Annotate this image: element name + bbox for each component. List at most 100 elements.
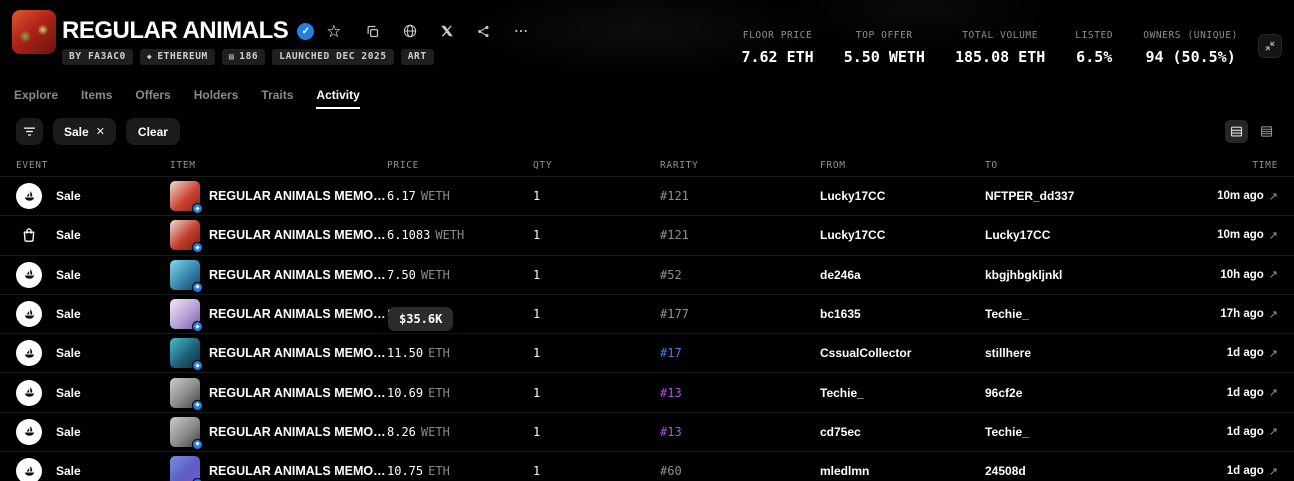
filter-chip-sale[interactable]: Sale ✕	[53, 118, 116, 145]
to-address-link[interactable]: Lucky17CC	[985, 228, 1168, 242]
to-address-link[interactable]: 96cf2e	[985, 386, 1168, 400]
activity-table-row[interactable]: Sale ◆ REGULAR ANIMALS MEMORY #113 10.69…	[0, 372, 1294, 411]
badge-label: LAUNCHED DEC 2025	[279, 51, 386, 62]
event-type-label: Sale	[56, 386, 81, 400]
tab-holders[interactable]: Holders	[194, 88, 239, 109]
rarity-rank: #52	[660, 268, 820, 282]
activity-table-row[interactable]: Sale ◆ REGULAR ANIMALS MEMORY #39 8.30WE…	[0, 294, 1294, 333]
price-cell: 8.26WETH	[387, 425, 533, 439]
item-thumbnail[interactable]: ◆	[170, 417, 200, 447]
transaction-time-link[interactable]: 1d ago ↗	[1227, 465, 1278, 478]
price-currency: WETH	[421, 425, 450, 439]
external-link-icon: ↗	[1269, 268, 1278, 281]
item-thumbnail[interactable]: ◆	[170, 220, 200, 250]
stat-label: FLOOR PRICE	[741, 30, 813, 41]
badge-label: BY FA3AC0	[69, 51, 126, 62]
from-address-link[interactable]: CssualCollector	[820, 346, 985, 360]
rarity-rank: #177	[660, 307, 820, 321]
tab-explore[interactable]: Explore	[14, 88, 58, 109]
item-name-link[interactable]: REGULAR ANIMALS MEMORY #178	[209, 268, 387, 282]
item-name-link[interactable]: REGULAR ANIMALS MEMORY #176	[209, 228, 387, 242]
quantity-cell: 1	[533, 386, 660, 400]
item-thumbnail[interactable]: ◆	[170, 456, 200, 481]
item-name-link[interactable]: REGULAR ANIMALS MEMORY #176	[209, 189, 387, 203]
ethereum-chain-badge-icon: ◆	[192, 282, 203, 293]
stat-value: 5.50 WETH	[844, 48, 925, 66]
item-name-link[interactable]: REGULAR ANIMALS MEMORY #133	[209, 346, 387, 360]
opensea-boat-icon	[16, 183, 42, 209]
list-view-toggle[interactable]	[1225, 120, 1248, 143]
filter-button[interactable]	[16, 118, 43, 145]
collapse-stats-button[interactable]	[1258, 34, 1282, 58]
price-amount: 6.17	[387, 189, 416, 203]
from-address-link[interactable]: de246a	[820, 268, 985, 282]
item-thumbnail[interactable]: ◆	[170, 181, 200, 211]
collection-avatar[interactable]	[12, 10, 56, 54]
website-globe-icon[interactable]	[401, 22, 419, 40]
item-name-link[interactable]: REGULAR ANIMALS MEMORY #50	[209, 464, 387, 478]
transaction-time-link[interactable]: 10m ago ↗	[1217, 190, 1278, 203]
activity-table-row[interactable]: Sale ◆ REGULAR ANIMALS MEMORY #178 7.50W…	[0, 255, 1294, 294]
watchlist-star-icon[interactable]: ☆	[326, 23, 341, 40]
from-address-link[interactable]: Lucky17CC	[820, 189, 985, 203]
to-address-link[interactable]: NFTPER_dd337	[985, 189, 1168, 203]
x-twitter-icon[interactable]	[438, 22, 456, 40]
to-address-link[interactable]: Techie_	[985, 307, 1168, 321]
share-icon[interactable]	[475, 22, 493, 40]
transaction-time-link[interactable]: 10m ago ↗	[1217, 229, 1278, 242]
activity-table-row[interactable]: Sale ◆ REGULAR ANIMALS MEMORY #133 11.50…	[0, 333, 1294, 372]
to-address-link[interactable]: 24508d	[985, 464, 1168, 478]
from-address-link[interactable]: bc1635	[820, 307, 985, 321]
from-address-link[interactable]: Techie_	[820, 386, 985, 400]
from-address-link[interactable]: Lucky17CC	[820, 228, 985, 242]
from-address-link[interactable]: cd75ec	[820, 425, 985, 439]
transaction-time-link[interactable]: 1d ago ↗	[1227, 386, 1278, 399]
activity-table-row[interactable]: Sale ◆ REGULAR ANIMALS MEMORY #50 10.75E…	[0, 451, 1294, 481]
price-currency: ETH	[428, 386, 450, 400]
more-options-icon[interactable]	[512, 22, 530, 40]
collection-badge[interactable]: BY FA3AC0	[62, 49, 133, 65]
rarity-rank: #13	[660, 425, 820, 439]
price-cell: 6.17WETH	[387, 189, 533, 203]
item-thumbnail[interactable]: ◆	[170, 260, 200, 290]
transaction-time-link[interactable]: 1d ago ↗	[1227, 425, 1278, 438]
clear-filters-button[interactable]: Clear	[126, 118, 180, 145]
from-address-link[interactable]: mledlmn	[820, 464, 985, 478]
transaction-time-link[interactable]: 10h ago ↗	[1220, 268, 1278, 281]
to-address-link[interactable]: stillhere	[985, 346, 1168, 360]
badge-label: ETHEREUM	[157, 51, 208, 62]
to-address-link[interactable]: kbgjhbgkljnkl	[985, 268, 1168, 282]
tab-items[interactable]: Items	[81, 88, 112, 109]
copy-icon[interactable]	[364, 22, 382, 40]
transaction-time-link[interactable]: 17h ago ↗	[1220, 308, 1278, 321]
tab-activity[interactable]: Activity	[316, 88, 359, 109]
tab-traits[interactable]: Traits	[261, 88, 293, 109]
dense-list-view-toggle[interactable]	[1255, 120, 1278, 143]
activity-table-row[interactable]: Sale ◆ REGULAR ANIMALS MEMORY #113 8.26W…	[0, 412, 1294, 451]
item-thumbnail[interactable]: ◆	[170, 299, 200, 329]
stat-value: 94 (50.5%)	[1143, 48, 1238, 66]
collection-badge[interactable]: LAUNCHED DEC 2025	[272, 49, 393, 65]
item-thumbnail[interactable]: ◆	[170, 338, 200, 368]
price-amount: 10.69	[387, 386, 423, 400]
collection-badge[interactable]: ▤ 186	[222, 49, 265, 65]
item-name-link[interactable]: REGULAR ANIMALS MEMORY #39	[209, 307, 387, 321]
ethereum-chain-badge-icon: ◆	[192, 242, 203, 253]
time-ago-label: 17h ago	[1220, 308, 1263, 320]
activity-table-row[interactable]: Sale ◆ REGULAR ANIMALS MEMORY #176 6.17W…	[0, 176, 1294, 215]
close-icon[interactable]: ✕	[96, 125, 105, 138]
external-link-icon: ↗	[1269, 465, 1278, 478]
page-title: REGULAR ANIMALS	[62, 17, 288, 45]
transaction-time-link[interactable]: 1d ago ↗	[1227, 347, 1278, 360]
activity-table-row[interactable]: Sale ◆ REGULAR ANIMALS MEMORY #176 6.108…	[0, 215, 1294, 254]
item-name-link[interactable]: REGULAR ANIMALS MEMORY #113	[209, 425, 387, 439]
time-ago-label: 10m ago	[1217, 229, 1264, 241]
column-header: QTY	[533, 160, 660, 171]
collection-badge[interactable]: ART	[401, 49, 434, 65]
item-name-link[interactable]: REGULAR ANIMALS MEMORY #113	[209, 386, 387, 400]
price-cell: 6.1083WETH	[387, 228, 533, 242]
collection-badge[interactable]: ◆ ETHEREUM	[140, 49, 215, 65]
item-thumbnail[interactable]: ◆	[170, 378, 200, 408]
tab-offers[interactable]: Offers	[135, 88, 170, 109]
to-address-link[interactable]: Techie_	[985, 425, 1168, 439]
